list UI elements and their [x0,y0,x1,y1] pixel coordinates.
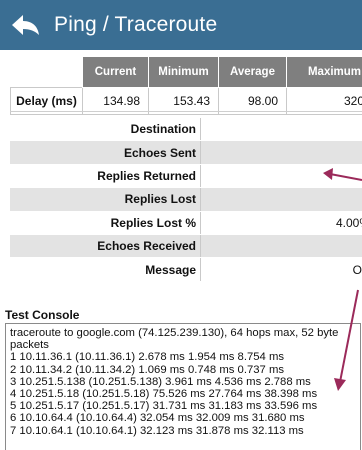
detail-row-replies-lost-pct: Replies Lost % 4.00% [10,211,362,235]
detail-row-message: Message OK [10,257,362,282]
section-divider [10,111,362,112]
delay-stats-table: Current Minimum Average Maximum Delay (m… [10,56,362,115]
detail-label: Echoes Sent [10,140,201,165]
console-line: traceroute to google.com (74.125.239.130… [10,327,339,352]
detail-value: 5 [200,140,362,165]
stats-col-maximum: Maximum [286,56,362,88]
detail-label: Echoes Received [10,234,201,259]
console-line: 2 10.11.34.2 (10.11.34.2) 1.069 ms 0.748… [10,363,285,376]
detail-row-replies-lost: Replies Lost 1 [10,187,362,212]
stats-col-average: Average [218,56,287,88]
detail-row-echoes-sent: Echoes Sent 5 [10,140,362,165]
stats-col-current: Current [82,56,149,88]
stats-col-minimum: Minimum [148,56,219,88]
console-line: 6 10.10.64.4 (10.10.64.4) 32.054 ms 32.0… [10,412,305,425]
ping-details-table: Destination Echoes Sent 5 Replies Return… [10,118,362,282]
stats-header-row: Current Minimum Average Maximum [10,56,362,88]
detail-label: Replies Returned [10,164,201,189]
detail-value: OK [200,257,362,282]
detail-value: 4 [200,164,362,189]
back-button[interactable] [4,0,48,50]
ping-traceroute-screen: Ping / Traceroute Current Minimum Averag… [0,0,362,450]
console-line: 3 10.251.5.138 (10.251.5.138) 3.961 ms 4… [10,375,311,388]
detail-value: 4 [200,234,362,259]
detail-label: Replies Lost [10,187,201,212]
console-line: 4 10.251.5.18 (10.251.5.18) 75.526 ms 27… [10,388,318,401]
detail-label: Destination [10,118,201,142]
back-arrow-icon [12,15,39,35]
header-bar: Ping / Traceroute [0,0,362,50]
console-line: 5 10.251.5.17 (10.251.5.17) 31.731 ms 31… [10,400,318,413]
console-line: 7 10.10.64.1 (10.10.64.1) 32.123 ms 31.8… [10,424,304,437]
detail-value [200,118,362,142]
detail-row-replies-returned: Replies Returned 4 [10,164,362,189]
detail-value: 4.00% [200,211,362,235]
test-console-output[interactable]: traceroute to google.com (74.125.239.130… [5,323,361,450]
stats-corner-cell [10,56,83,88]
test-console-title: Test Console [5,308,80,322]
detail-row-destination: Destination [10,118,362,142]
detail-value: 1 [200,187,362,212]
page-title: Ping / Traceroute [54,13,218,36]
detail-label: Replies Lost % [10,211,201,235]
console-line: 1 10.11.36.1 (10.11.36.1) 2.678 ms 1.954… [10,351,285,364]
detail-row-echoes-received: Echoes Received 4 [10,234,362,259]
detail-label: Message [10,257,201,282]
